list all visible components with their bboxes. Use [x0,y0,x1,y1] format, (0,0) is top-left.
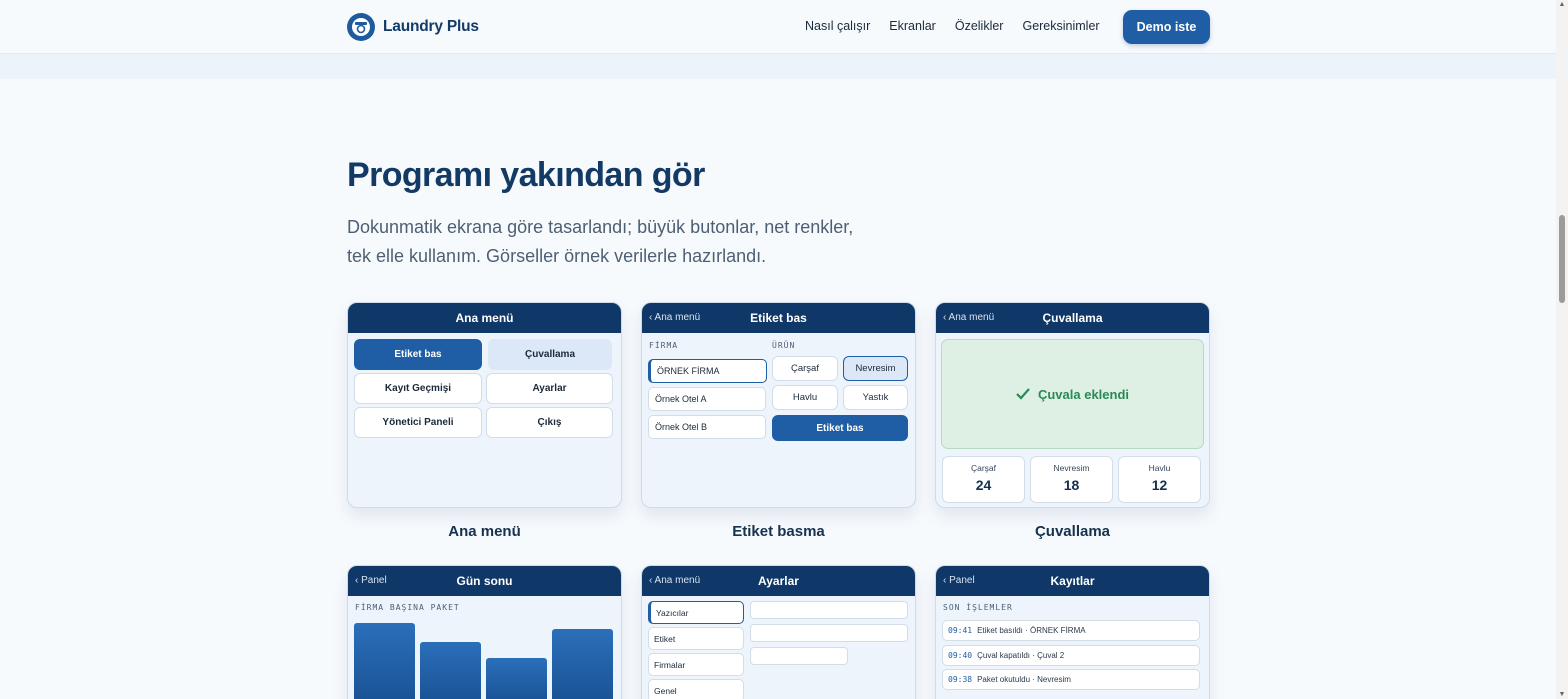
page-scrollbar[interactable]: ▲ ▼ [1556,0,1568,699]
success-text: Çuvala eklendi [1037,386,1130,402]
subtitle-line: Dokunmatik ekrana göre tasarlandı; büyük… [347,217,854,237]
page: Laundry Plus Nasıl çalışır Ekranlar Özel… [0,0,1556,699]
menu-button-admin-panel[interactable]: Yönetici Paneli [354,407,482,438]
bar-chart [354,616,616,699]
site-header: Laundry Plus Nasıl çalışır Ekranlar Özel… [0,0,1556,54]
card-settings: ‹ Ana menü Ayarlar Yazıcılar Etiket Firm… [641,565,916,699]
success-panel: Çuvala eklendi [941,339,1204,449]
chart-bar [486,658,547,699]
firm-option[interactable]: Örnek Otel A [648,387,766,411]
count-value: 18 [1063,477,1080,493]
log-entry[interactable]: 09:41 Etiket basıldı · ÖRNEK FİRMA [942,620,1200,641]
count-value: 12 [1151,477,1168,493]
check-icon [1016,388,1030,400]
card-title-bar: ‹ Ana menü Ayarlar [642,566,915,596]
count-label: Nevresim [1053,463,1090,473]
card-day-end: ‹ Panel Gün sonu FİRMA BAŞINA PAKET [347,565,622,699]
card-title-bar: ‹ Panel Kayıtlar [936,566,1209,596]
scroll-up-arrow-icon[interactable]: ▲ [1558,1,1566,8]
log-entry[interactable]: 09:40 Çuval kapatıldı · Çuval 2 [942,645,1200,666]
chart-header: FİRMA BAŞINA PAKET [355,603,460,612]
log-time: 09:38 [948,675,973,684]
log-text: Paket okutuldu · Nevresim [977,675,1071,684]
section-title: Programı yakından gör [347,156,705,194]
card-title: Gün sonu [456,574,513,588]
card-title: Ayarlar [758,574,799,588]
card-caption: Çuvallama [1034,523,1111,540]
card-main-menu: Ana menü Etiket bas Çuvallama Kayıt Geçm… [347,302,622,508]
menu-button-exit[interactable]: Çıkış [486,407,613,438]
nav-link-screens[interactable]: Ekranlar [889,19,936,33]
brand-logo[interactable]: Laundry Plus [347,13,479,41]
scrollbar-thumb[interactable] [1559,215,1565,303]
settings-field[interactable] [750,601,908,619]
nav-link-requirements[interactable]: Gereksinimler [1022,19,1099,33]
settings-field[interactable] [750,624,908,642]
product-option[interactable]: Yastık [843,385,908,410]
print-label-button[interactable]: Etiket bas [772,415,908,441]
chart-bar [354,623,415,699]
settings-item-firms[interactable]: Firmalar [648,653,744,676]
log-entry[interactable]: 09:38 Paket okutuldu · Nevresim [942,669,1200,690]
scroll-down-arrow-icon[interactable]: ▼ [1558,691,1566,698]
firm-option[interactable]: Örnek Otel B [648,415,766,439]
menu-button-history[interactable]: Kayıt Geçmişi [354,373,482,404]
demo-request-button[interactable]: Demo iste [1123,10,1210,44]
log-time: 09:41 [948,626,973,635]
count-label: Çarşaf [970,463,997,473]
main-nav: Nasıl çalışır Ekranlar Özelikler Gereksi… [805,19,1100,33]
card-caption: Etiket basma [732,523,825,540]
product-option[interactable]: Havlu [772,385,838,410]
product-option[interactable]: Çarşaf [772,356,838,381]
menu-button-print-label[interactable]: Etiket bas [354,339,482,370]
product-header: ÜRÜN [772,341,796,350]
count-tile: Çarşaf 24 [942,456,1025,503]
log-time: 09:40 [948,651,973,660]
card-title-bar: ‹ Ana menü Etiket bas [642,303,915,333]
count-label: Havlu [1148,463,1171,473]
brand-name: Laundry Plus [383,18,479,35]
settings-field[interactable] [750,647,848,665]
count-tile: Havlu 12 [1118,456,1201,503]
card-title: Çuvallama [1042,311,1103,325]
nav-link-features[interactable]: Özelikler [955,19,1004,33]
card-title-bar: ‹ Ana menü Çuvallama [936,303,1209,333]
card-label-print: ‹ Ana menü Etiket bas FİRMA ÜRÜN ÖRNEK F… [641,302,916,508]
chart-bar [552,629,613,699]
records-header: SON İŞLEMLER [943,603,1013,612]
card-title-bar: Ana menü [348,303,621,333]
menu-button-sacking[interactable]: Çuvallama [488,339,612,370]
firm-header: FİRMA [649,341,679,350]
card-title-bar: ‹ Panel Gün sonu [348,566,621,596]
header-band [0,54,1556,79]
settings-item-label[interactable]: Etiket [648,627,744,650]
card-caption: Ana menü [448,523,521,540]
settings-item-printers[interactable]: Yazıcılar [648,601,744,624]
nav-link-how-it-works[interactable]: Nasıl çalışır [805,19,870,33]
firm-option-selected[interactable]: ÖRNEK FİRMA [648,359,767,383]
log-text: Etiket basıldı · ÖRNEK FİRMA [977,626,1086,635]
section-subtitle: Dokunmatik ekrana göre tasarlandı; büyük… [347,213,907,271]
card-sacking: ‹ Ana menü Çuvallama Çuvala eklendi Çarş… [935,302,1210,508]
count-value: 24 [975,477,992,493]
menu-button-settings[interactable]: Ayarlar [486,373,613,404]
chart-bar [420,642,481,699]
card-title: Etiket bas [750,311,807,325]
card-records: ‹ Panel Kayıtlar SON İŞLEMLER 09:41 Etik… [935,565,1210,699]
card-title: Kayıtlar [1050,574,1095,588]
washing-machine-icon [347,13,375,41]
product-option-selected[interactable]: Nevresim [843,356,908,381]
subtitle-line: tek elle kullanım. Görseller örnek veril… [347,246,767,266]
card-title: Ana menü [455,311,514,325]
log-text: Çuval kapatıldı · Çuval 2 [977,651,1065,660]
settings-item-general[interactable]: Genel [648,679,744,699]
count-tile: Nevresim 18 [1030,456,1113,503]
